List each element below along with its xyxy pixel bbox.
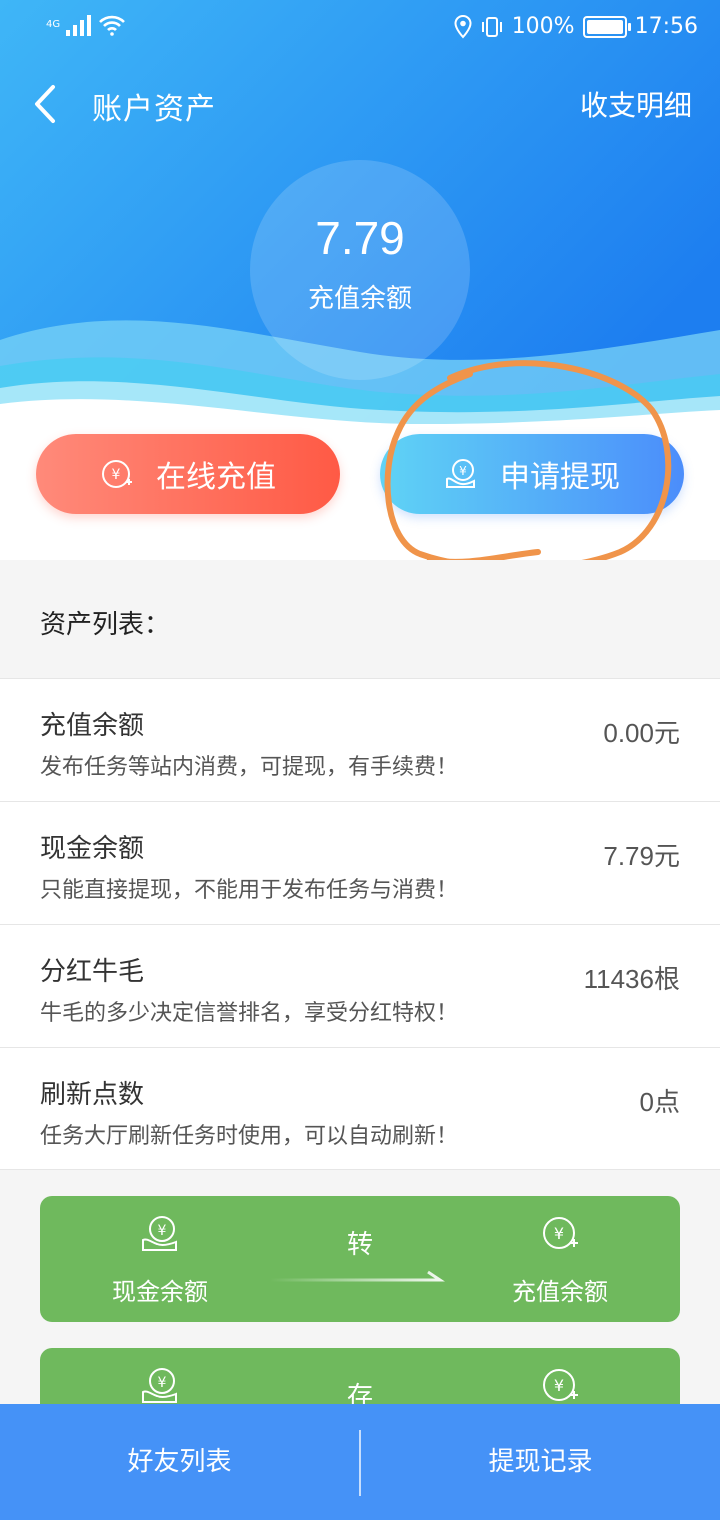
vibrate-icon [481, 16, 502, 37]
yuan-plus-icon: ¥ [543, 1369, 578, 1401]
friend-list-button[interactable]: 好友列表 [0, 1404, 359, 1520]
svg-text:¥: ¥ [158, 1375, 167, 1391]
chevron-left-icon [35, 85, 55, 123]
asset-list: 充值余额 发布任务等站内消费，可提现，有手续费！ 0.00元 现金余额 只能直接… [0, 678, 720, 1170]
online-recharge-label: 在线充值 [156, 460, 276, 495]
asset-section-header: 资产列表： [0, 560, 720, 678]
asset-value: 7.79元 [603, 841, 680, 872]
balance-display: 7.79 充值余额 [250, 160, 470, 380]
yuan-hand-icon: ¥ [142, 1216, 177, 1251]
asset-desc: 只能直接提现，不能用于发布任务与消费！ [40, 878, 459, 903]
transaction-details-link[interactable]: 收支明细 [580, 84, 692, 124]
transfer-cash-to-recharge-button[interactable]: ¥ 现金余额 转 ¥ 充值余额 [40, 1196, 680, 1322]
asset-row-refresh-points: 刷新点数 任务大厅刷新任务时使用，可以自动刷新！ 0点 [0, 1047, 720, 1170]
asset-name: 充值余额 [40, 711, 145, 741]
online-recharge-button[interactable]: ¥ 在线充值 [36, 434, 340, 514]
asset-desc: 任务大厅刷新任务时使用，可以自动刷新！ [40, 1124, 459, 1149]
nav-bar: 账户资产 收支明细 [0, 70, 720, 138]
svg-text:¥: ¥ [158, 1223, 167, 1239]
svg-text:¥: ¥ [112, 467, 121, 483]
asset-row-recharge-balance: 充值余额 发布任务等站内消费，可提现，有手续费！ 0.00元 [0, 678, 720, 801]
location-icon [454, 14, 472, 38]
clock: 17:56 [634, 14, 698, 39]
transfer-from-label: 现金余额 [112, 1278, 208, 1306]
back-button[interactable] [20, 76, 70, 132]
svg-text:¥: ¥ [459, 464, 467, 478]
asset-name: 现金余额 [40, 834, 145, 864]
asset-name: 刷新点数 [40, 1080, 145, 1110]
transfer-to-label: 充值余额 [512, 1278, 608, 1306]
wifi-icon [99, 15, 125, 36]
apply-withdraw-label: 申请提现 [500, 460, 620, 495]
asset-section-title: 资产列表： [40, 610, 171, 640]
svg-text:¥: ¥ [554, 1376, 564, 1395]
battery-percent: 100% [511, 14, 575, 39]
asset-row-dividend-hair: 分红牛毛 牛毛的多少决定信誉排名，享受分红特权！ 11436根 [0, 924, 720, 1047]
asset-name: 分红牛毛 [40, 957, 145, 987]
yuan-plus-icon: ¥ [543, 1217, 578, 1249]
network-type: 4G [46, 19, 61, 30]
transfer-action-label: 转 [346, 1230, 373, 1260]
apply-withdraw-button[interactable]: ¥ 申请提现 [380, 434, 684, 514]
signal-icon [66, 15, 91, 36]
asset-value: 11436根 [583, 964, 680, 995]
arrow-right-icon [270, 1270, 445, 1282]
asset-desc: 牛毛的多少决定信誉排名，享受分红特权！ [40, 1001, 459, 1026]
yuan-hand-icon: ¥ [142, 1368, 177, 1403]
header: 4G 100% 17:56 账户资产 收支明细 7.79 充值余额 ¥ 在线充值… [0, 0, 720, 560]
asset-value: 0点 [639, 1087, 680, 1118]
svg-text:¥: ¥ [554, 1224, 564, 1243]
balance-label: 充值余额 [307, 284, 412, 314]
balance-value: 7.79 [315, 212, 405, 264]
page-title: 账户资产 [92, 92, 216, 127]
yuan-hand-icon: ¥ [446, 459, 475, 488]
asset-value: 0.00元 [603, 718, 680, 749]
bottom-bar: 好友列表 提现记录 [0, 1404, 720, 1520]
asset-desc: 发布任务等站内消费，可提现，有手续费！ [40, 755, 459, 780]
withdraw-records-button[interactable]: 提现记录 [361, 1404, 720, 1520]
battery-icon [582, 15, 631, 38]
asset-row-cash-balance: 现金余额 只能直接提现，不能用于发布任务与消费！ 7.79元 [0, 801, 720, 924]
status-bar: 4G 100% 17:56 [0, 0, 720, 58]
yuan-plus-icon: ¥ [102, 460, 132, 488]
